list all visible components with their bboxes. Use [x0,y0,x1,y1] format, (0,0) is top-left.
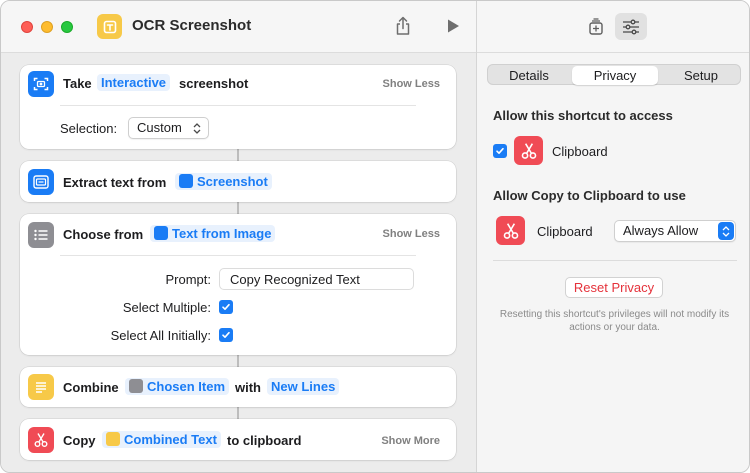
action-verb: Combine [63,380,119,395]
title-bar: OCR Screenshot [1,1,476,53]
selection-popup[interactable]: Custom [128,117,209,139]
access-heading: Allow this shortcut to access [493,108,673,123]
editor-pane: OCR Screenshot Take Interactive screensh… [1,1,476,472]
reset-privacy-button[interactable]: Reset Privacy [565,277,663,298]
inspector-toolbar [477,1,749,53]
action-object: screenshot [179,76,249,91]
tab-setup[interactable]: Setup [661,66,741,85]
combine-text-action[interactable]: Combine Chosen Item with New Lines [20,367,456,407]
list-variable-icon [129,379,143,393]
copy-permission-heading: Allow Copy to Clipboard to use [493,188,686,203]
permission-value: Always Allow [623,223,699,238]
combine-text-icon [28,374,54,400]
divider [493,260,737,261]
screenshot-variable-icon [179,174,193,188]
selection-label: Selection: [60,121,118,136]
clipboard-permission-label: Clipboard [537,224,593,239]
action-verb: Choose from [63,227,144,242]
with-label: with [235,380,261,395]
clipboard-scissors-icon [496,216,525,245]
shortcut-title[interactable]: OCR Screenshot [132,17,251,34]
show-less-button[interactable]: Show Less [383,78,440,90]
separator-token[interactable]: New Lines [267,378,340,395]
token-label: Text from Image [172,226,272,241]
text-from-image-token[interactable]: Text from Image [150,225,276,242]
prompt-label: Prompt: [165,272,211,287]
shortcut-details-button[interactable] [615,13,647,40]
popup-stepper [718,222,734,240]
select-multiple-checkbox[interactable] [219,300,233,314]
combined-text-token[interactable]: Combined Text [102,431,221,448]
checkmark-icon [222,331,230,338]
token-label: Combined Text [124,432,217,447]
checkmark-icon [222,303,230,310]
clipboard-permission-popup[interactable]: Always Allow [614,220,736,242]
chevron-updown-icon [722,225,730,237]
clipboard-scissors-icon [514,136,543,165]
tab-privacy[interactable]: Privacy [572,66,658,85]
extract-text-action[interactable]: Extract text from Screenshot [20,161,456,202]
shortcut-icon[interactable] [97,14,122,39]
minimize-window-button[interactable] [41,21,53,33]
action-connector [237,202,239,214]
inspector-pane: Details Privacy Setup Allow this shortcu… [476,1,749,472]
choose-from-list-action[interactable]: Choose from Text from Image Show Less Pr… [20,214,456,355]
show-less-button[interactable]: Show Less [383,228,440,240]
action-verb: Extract text from [63,175,167,190]
screenshot-variable-token[interactable]: Screenshot [175,173,272,190]
token-label: Screenshot [197,174,268,189]
divider [60,105,416,106]
divider [60,255,416,256]
clipboard-access-label: Clipboard [552,144,608,159]
action-verb: Copy [63,433,96,448]
select-all-initially-label: Select All Initially: [110,328,211,343]
chevron-updown-icon [193,123,201,134]
action-connector [237,407,239,419]
screenshot-action-icon [28,71,54,97]
share-icon [396,16,410,35]
inspector-tabs: Details Privacy Setup [487,64,741,85]
text-variable-icon [154,226,168,240]
copy-to-clipboard-action[interactable]: Copy Combined Text to clipboard Show Mor… [20,419,456,460]
action-connector [237,355,239,367]
action-connector [237,149,239,161]
run-button[interactable] [442,15,464,37]
select-all-initially-checkbox[interactable] [219,328,233,342]
extract-text-icon [28,169,54,195]
text-variable-icon [106,432,120,446]
checkmark-icon [496,147,504,154]
action-verb: Take [63,76,92,91]
prompt-field[interactable]: Copy Recognized Text [219,268,414,290]
action-object: to clipboard [227,433,302,448]
select-multiple-label: Select Multiple: [122,300,211,315]
play-icon [448,19,459,33]
tab-details[interactable]: Details [489,66,569,85]
token-label: Chosen Item [147,379,226,394]
selection-value: Custom [137,120,182,135]
show-more-button[interactable]: Show More [381,435,440,447]
close-window-button[interactable] [21,21,33,33]
action-library-icon [589,17,603,35]
action-library-button[interactable] [580,13,612,40]
zoom-window-button[interactable] [61,21,73,33]
scissors-icon [28,427,54,453]
shortcuts-window: OCR Screenshot Take Interactive screensh… [0,0,750,473]
sliders-icon [623,19,639,34]
take-screenshot-action[interactable]: Take Interactive screenshot Show Less Se… [20,65,456,149]
list-icon [28,222,54,248]
screenshot-mode-token[interactable]: Interactive [97,74,171,91]
share-button[interactable] [392,15,414,37]
reset-privacy-note: Resetting this shortcut's privileges wil… [499,309,730,333]
chosen-item-token[interactable]: Chosen Item [125,378,230,395]
clipboard-access-checkbox[interactable] [493,144,507,158]
